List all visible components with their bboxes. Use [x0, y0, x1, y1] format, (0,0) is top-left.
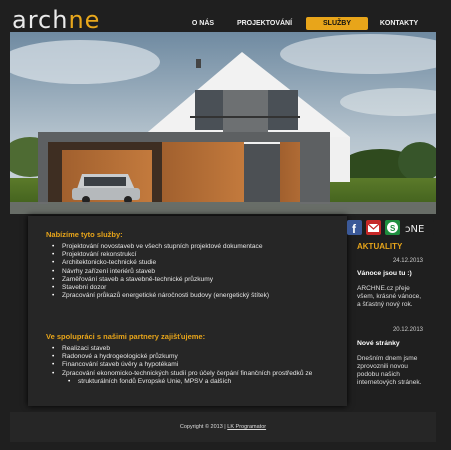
services-title: Nabízíme tyto služby:: [46, 230, 123, 239]
skype-icon[interactable]: S: [385, 220, 400, 235]
list-item: Zaměřování staveb a stavebně-technické p…: [46, 276, 269, 284]
logo[interactable]: ARCHNE: [12, 8, 100, 32]
services-panel: Nabízíme tyto služby: Projektování novos…: [28, 216, 347, 406]
list-item: Návrhy zařízení interiérů staveb: [46, 268, 269, 276]
news-text: ARCHNE.cz přeje všem, krásné vánoce, a š…: [357, 285, 421, 309]
nav-item-sluzby[interactable]: SLUŽBY: [306, 17, 368, 30]
nav-item-kontakty[interactable]: KONTAKTY: [368, 17, 430, 30]
svg-text:S: S: [390, 224, 396, 233]
services-list: Projektování novostaveb ve všech stupníc…: [46, 243, 269, 300]
news-date: 20.12.2013: [392, 327, 423, 333]
news-text-line: podobu našich: [357, 371, 400, 378]
nav-item-projektovani[interactable]: PROJEKTOVÁNÍ: [223, 17, 306, 30]
news-text-line: ARCHNE.cz přeje: [357, 285, 410, 292]
list-item: Radonové a hydrogeologické průzkumy: [46, 353, 312, 361]
news-text-line: Dnešním dnem jsme: [357, 355, 418, 362]
news-text-line: všem, krásné vánoce,: [357, 293, 422, 300]
facebook-icon[interactable]: f: [347, 220, 362, 236]
nav-item-o-nas[interactable]: O NÁS: [183, 17, 223, 30]
news-text-line: internetových stránek.: [357, 379, 422, 386]
svg-text:ɔNE: ɔNE: [405, 224, 424, 235]
email-icon[interactable]: [366, 220, 381, 235]
news-text-line: zprovoznili novou: [357, 363, 408, 370]
list-item: Stavební dozor: [46, 284, 269, 292]
logo-text-accent: NE: [68, 6, 101, 34]
house-illustration: [10, 32, 436, 214]
list-item: Architektonicko-technické studie: [46, 259, 269, 267]
list-item: Projektování rekonstrukcí: [46, 251, 269, 259]
list-item: Zpracování průkazů energetické náročnost…: [46, 292, 269, 300]
partners-list: Realizaci staveb Radonové a hydrogeologi…: [46, 345, 312, 386]
logo-text: ARCH: [12, 6, 69, 34]
list-item: Realizaci staveb: [46, 345, 312, 353]
news-sidebar: f S ɔNE AKTUALITY 24.12.2013 Vánoce jsou…: [347, 216, 437, 406]
partners-title: Ve spolupráci s našimi partnery zajišťuj…: [46, 332, 206, 341]
list-item: Projektování novostaveb ve všech stupníc…: [46, 243, 269, 251]
main-nav: O NÁS PROJEKTOVÁNÍ SLUŽBY KONTAKTY: [183, 17, 430, 30]
archne-icon[interactable]: ɔNE: [404, 220, 434, 235]
news-heading: AKTUALITY: [357, 242, 403, 251]
news-date: 24.12.2013: [392, 258, 423, 264]
hero-image: [10, 32, 436, 214]
copyright-text: Copyright © 2013 |: [179, 424, 226, 430]
footer: Copyright © 2013 | LK Programator: [10, 412, 436, 442]
news-text: Dnešním dnem jsme zprovoznili novou podo…: [357, 355, 422, 387]
list-item: Zpracování ekonomicko-technických studií…: [46, 370, 312, 378]
news-title[interactable]: Vánoce jsou tu :): [357, 270, 412, 277]
author-link[interactable]: LK Programator: [227, 424, 266, 430]
news-text-line: a šťastný nový rok.: [357, 301, 413, 308]
svg-text:f: f: [352, 222, 357, 235]
list-item: Financování staveb úvěry a hypotékami: [46, 361, 312, 369]
news-title[interactable]: Nové stránky: [357, 340, 400, 347]
list-item: strukturálních fondů Evropské Unie, MPSV…: [46, 378, 312, 386]
